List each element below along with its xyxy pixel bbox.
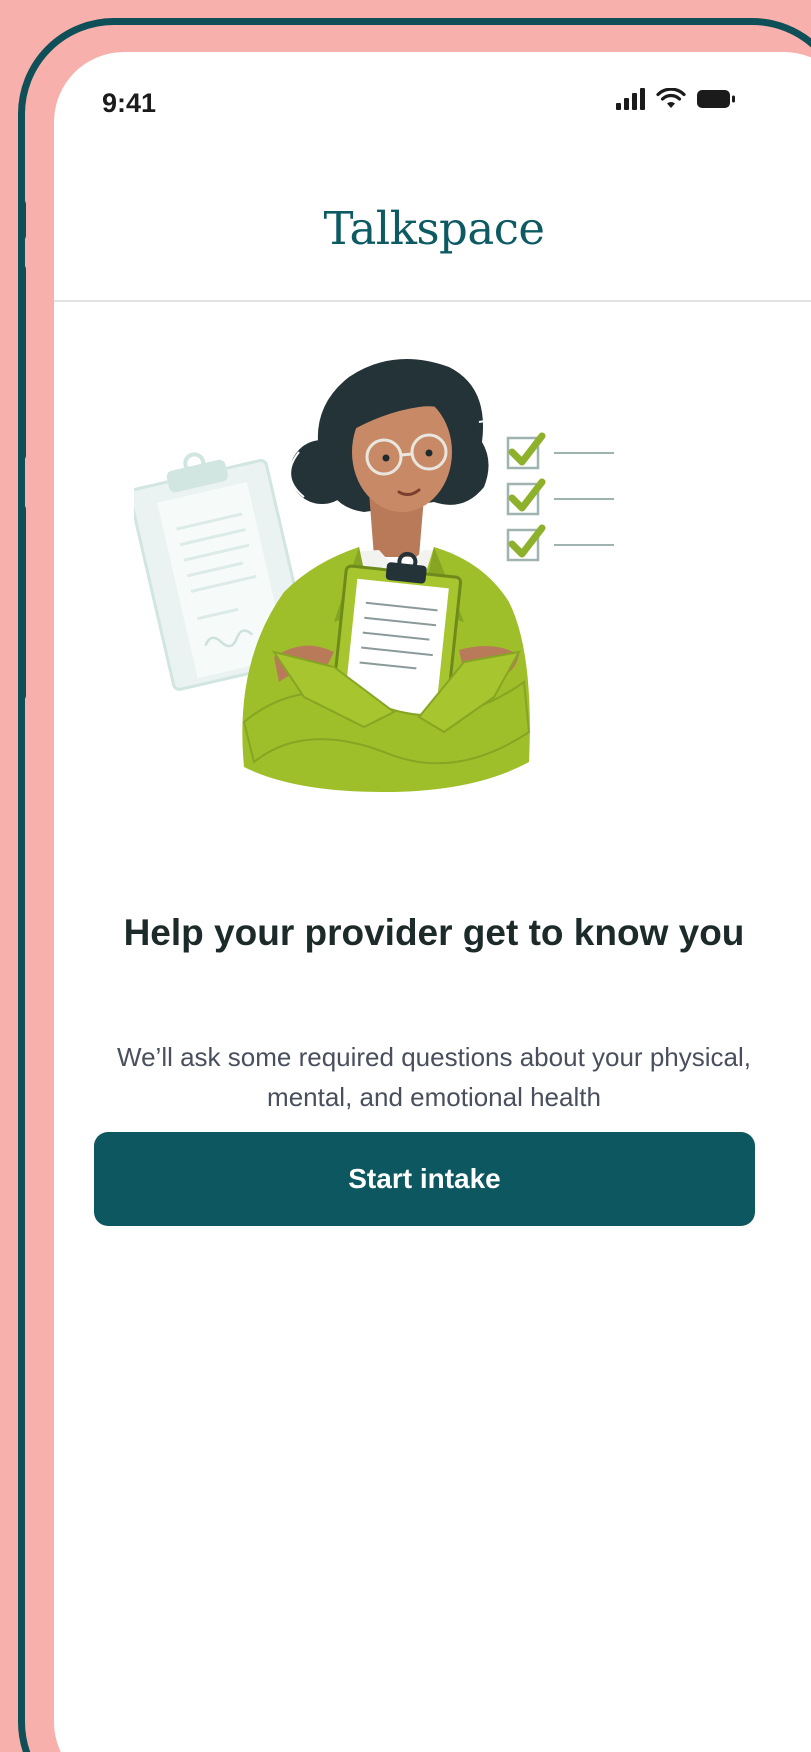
status-bar: 9:41 bbox=[54, 52, 811, 152]
phone-power-button bbox=[18, 505, 26, 700]
status-icons bbox=[616, 88, 736, 110]
brand-logo: Talkspace bbox=[323, 202, 545, 255]
start-intake-button[interactable]: Start intake bbox=[94, 1132, 755, 1226]
app-header: Talkspace bbox=[54, 152, 811, 302]
status-time: 9:41 bbox=[102, 88, 157, 118]
page-subtitle: We’ll ask some required questions about … bbox=[117, 1042, 751, 1112]
wifi-icon bbox=[656, 88, 686, 108]
signal-icon bbox=[616, 88, 645, 110]
phone-volume-button bbox=[18, 265, 26, 460]
page-title: Help your provider get to know you bbox=[123, 912, 745, 953]
phone-screen: 9:41 Talkspace Help your provider get to… bbox=[54, 52, 811, 1752]
checklist-icon bbox=[506, 432, 614, 562]
provider-with-clipboard-illustration bbox=[134, 359, 614, 792]
app-stage: 9:41 Talkspace Help your provider get to… bbox=[0, 0, 811, 1752]
phone-mute-button bbox=[18, 200, 26, 240]
battery-icon bbox=[697, 90, 735, 108]
